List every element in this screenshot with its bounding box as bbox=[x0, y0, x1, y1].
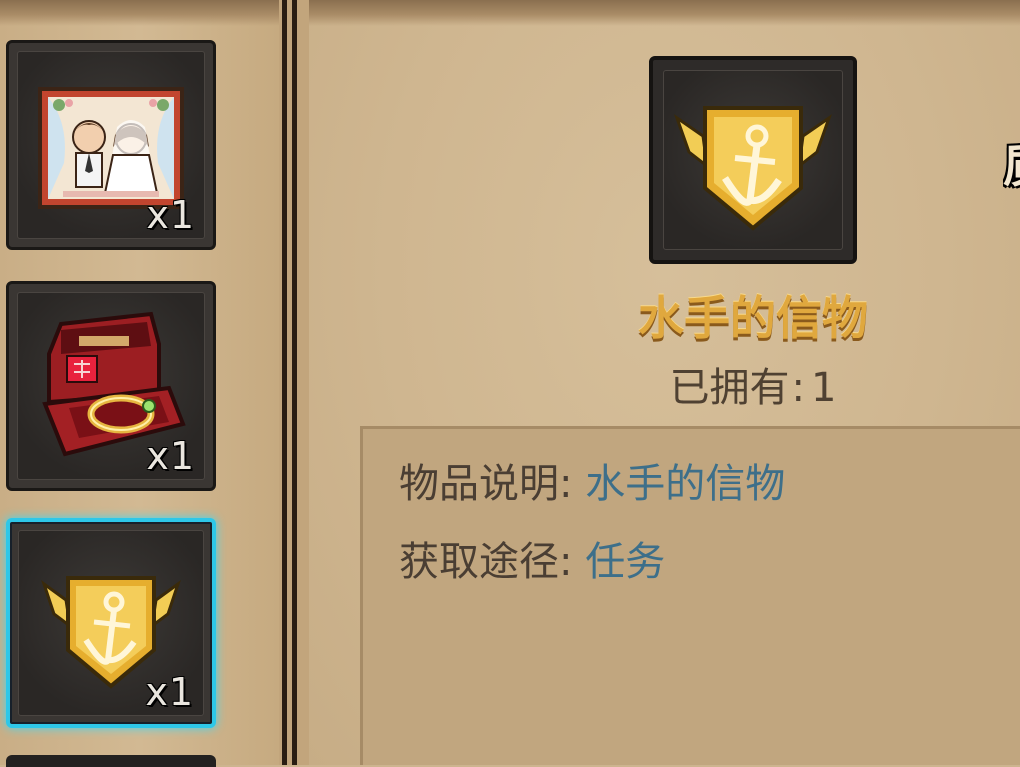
offscreen-label-fragment: 质 bbox=[1003, 130, 1020, 196]
inventory-slot-sailor-token[interactable]: x1 bbox=[6, 518, 216, 728]
anchor-badge-icon bbox=[674, 106, 832, 231]
inventory-slot-partial[interactable] bbox=[6, 755, 216, 767]
source-label: 获取途径 bbox=[399, 539, 559, 585]
source-value: 任务 bbox=[585, 539, 666, 585]
owned-separator: : bbox=[791, 365, 806, 411]
slot-quantity: x1 bbox=[146, 434, 195, 478]
divider-line bbox=[282, 0, 287, 765]
description-row: 物品说明: 水手的信物 bbox=[399, 451, 785, 509]
inventory-column: x1 x1 x1 bbox=[0, 0, 280, 767]
owned-count-line: 已拥有: 1 bbox=[580, 355, 926, 413]
item-title: 水手的信物 bbox=[638, 291, 868, 345]
description-value: 水手的信物 bbox=[585, 461, 786, 507]
description-separator: : bbox=[559, 461, 573, 507]
top-frame-strip bbox=[0, 0, 280, 26]
item-description-box: 物品说明: 水手的信物 获取途径: 任务 bbox=[360, 426, 1020, 765]
slot-quantity: x1 bbox=[146, 193, 195, 237]
owned-label: 已拥有 bbox=[669, 365, 790, 411]
top-frame-strip bbox=[309, 0, 1020, 26]
owned-count: 1 bbox=[811, 365, 837, 411]
slot-quantity: x1 bbox=[145, 670, 194, 714]
source-row: 获取途径: 任务 bbox=[399, 529, 665, 587]
inventory-slot-ring-box[interactable]: x1 bbox=[6, 281, 216, 491]
divider-line bbox=[292, 0, 297, 765]
item-preview-frame bbox=[649, 56, 857, 264]
inventory-slot-wedding-photo[interactable]: x1 bbox=[6, 40, 216, 250]
panel-divider bbox=[279, 0, 309, 765]
description-label: 物品说明 bbox=[399, 461, 559, 507]
source-separator: : bbox=[559, 539, 573, 585]
